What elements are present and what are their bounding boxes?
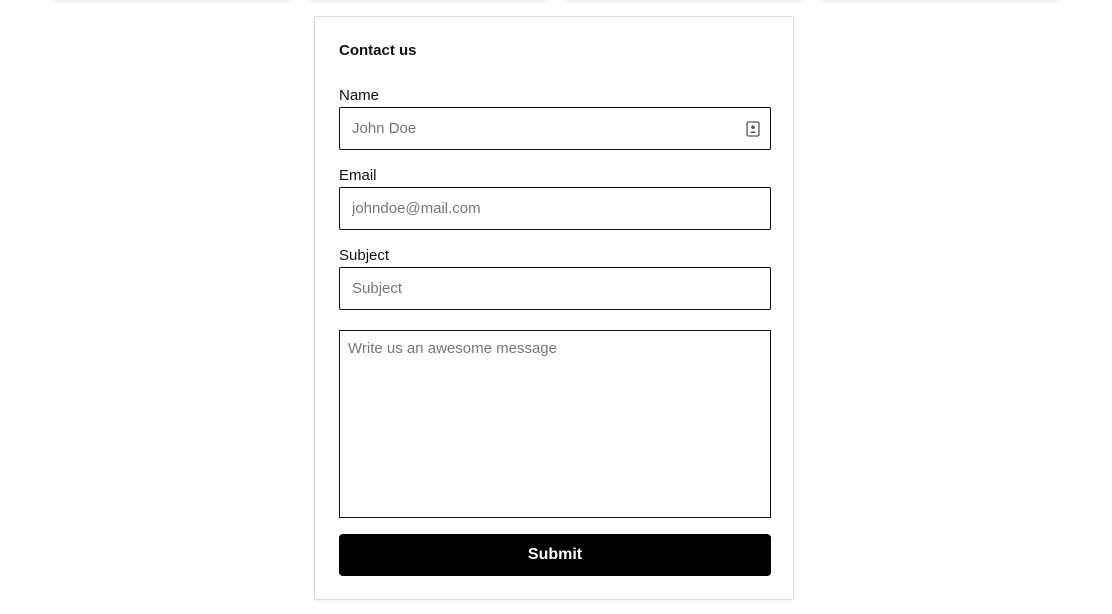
submit-button[interactable]: Submit — [339, 534, 771, 576]
subject-field-wrapper — [339, 267, 771, 310]
email-field-wrapper — [339, 187, 771, 230]
contact-card-icon[interactable] — [746, 121, 760, 137]
contact-form: Contact us Name Email Subject Submit — [314, 16, 794, 600]
subject-input[interactable] — [340, 268, 770, 309]
subject-label: Subject — [339, 247, 390, 264]
message-textarea[interactable] — [339, 330, 771, 518]
email-input[interactable] — [340, 188, 770, 229]
form-title: Contact us — [339, 42, 417, 59]
name-field-wrapper — [339, 107, 771, 150]
name-label: Name — [339, 87, 380, 104]
name-input[interactable] — [340, 108, 770, 149]
email-label: Email — [339, 167, 377, 184]
